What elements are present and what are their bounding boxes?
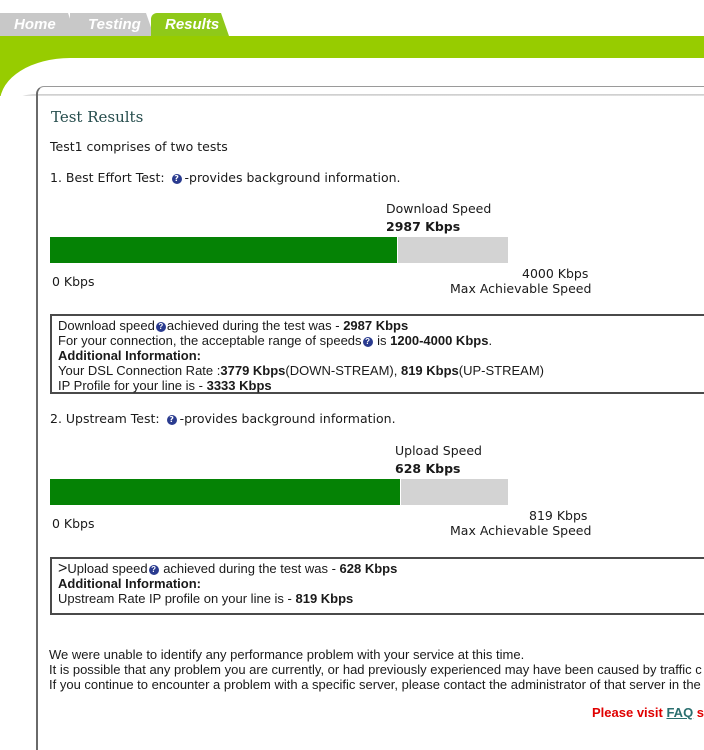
download-speed-bar <box>50 237 508 263</box>
dsl-rate-up-label: (UP-STREAM) <box>458 363 544 378</box>
ip-profile-prefix: IP Profile for your line is - <box>58 378 207 393</box>
upload-info-box: >Upload speed? achieved during the test … <box>50 557 704 615</box>
upload-max-value: 819 Kbps <box>529 508 588 523</box>
download-heading-suffix: -provides background information. <box>184 170 401 185</box>
download-max-value: 4000 Kbps <box>522 266 589 281</box>
intro-text: Test1 comprises of two tests <box>50 139 228 154</box>
footer-line-3: If you continue to encounter a problem w… <box>49 677 701 692</box>
download-speed-bar-fill <box>50 237 398 263</box>
help-icon[interactable]: ? <box>362 336 373 347</box>
footer-line-2: It is possible that any problem you are … <box>49 662 702 677</box>
ip-profile-value: 3333 Kbps <box>206 378 272 393</box>
help-icon[interactable]: ? <box>155 321 166 332</box>
faq-visit-text: Please visit FAQ s <box>592 705 704 720</box>
faq-visit-prefix: Please visit <box>592 705 667 720</box>
additional-info-label: Additional Information: <box>58 348 201 363</box>
faq-link[interactable]: FAQ <box>666 705 693 720</box>
upload-additional-label: Additional Information: <box>58 576 201 591</box>
upload-heading-suffix: -provides background information. <box>179 411 396 426</box>
help-icon[interactable]: ? <box>171 173 182 184</box>
download-max-label: Max Achievable Speed <box>450 281 592 296</box>
download-info-box: Download speed? achieved during the test … <box>50 314 704 394</box>
upload-speed-value: 628 Kbps <box>395 461 461 476</box>
faq-visit-suffix: s <box>693 705 704 720</box>
download-min-label: 0 Kbps <box>52 274 95 289</box>
upload-info-value: 628 Kbps <box>339 561 398 576</box>
upload-additional-heading: Additional Information: <box>58 576 704 591</box>
tab-home[interactable]: Home <box>0 13 76 36</box>
additional-info-heading: Additional Information: <box>58 348 704 363</box>
download-range-line: For your connection, the acceptable rang… <box>58 333 704 348</box>
download-range-suffix: . <box>488 333 493 348</box>
help-icon[interactable]: ? <box>166 414 177 425</box>
upload-info-marker: > <box>58 560 68 577</box>
download-info-value: 2987 Kbps <box>343 318 409 333</box>
upload-info-prefix: Upload speed <box>67 561 148 576</box>
upload-speed-bar-fill <box>50 479 402 505</box>
tab-results[interactable]: Results <box>151 13 229 36</box>
upstream-profile-prefix: Upstream Rate IP profile on your line is… <box>58 591 296 606</box>
tab-bar: Home Testing Results <box>0 0 704 36</box>
download-heading-label: 1. Best Effort Test: <box>50 170 165 185</box>
dsl-rate-line: Your DSL Connection Rate :3779 Kbps(DOWN… <box>58 363 704 378</box>
download-info-prefix: Download speed <box>58 318 155 333</box>
upload-speed-bar <box>50 479 508 505</box>
dsl-rate-up: 819 Kbps <box>400 363 459 378</box>
download-test-heading: 1. Best Effort Test: ? -provides backgrou… <box>50 170 401 185</box>
footer-line-1: We were unable to identify any performan… <box>49 647 525 662</box>
download-speed-value: 2987 Kbps <box>386 219 461 234</box>
dsl-rate-down: 3779 Kbps <box>220 363 286 378</box>
dsl-rate-down-label: (DOWN-STREAM), <box>285 363 401 378</box>
download-range-prefix: For your connection, the acceptable rang… <box>58 333 362 348</box>
download-range-value: 1200-4000 Kbps <box>390 333 489 348</box>
upload-speed-label: Upload Speed <box>395 443 482 458</box>
upstream-profile-line: Upstream Rate IP profile on your line is… <box>58 591 704 606</box>
upload-test-heading: 2. Upstream Test: ? -provides background … <box>50 411 396 426</box>
download-range-mid: is <box>373 333 391 348</box>
upload-heading-label: 2. Upstream Test: <box>50 411 160 426</box>
upload-max-label: Max Achievable Speed <box>450 523 592 538</box>
upload-min-label: 0 Kbps <box>52 516 95 531</box>
ip-profile-line: IP Profile for your line is - 3333 Kbps <box>58 378 704 393</box>
download-speed-label: Download Speed <box>386 201 492 216</box>
tab-testing[interactable]: Testing <box>70 13 154 36</box>
dsl-rate-prefix: Your DSL Connection Rate : <box>58 363 221 378</box>
download-info-line: Download speed? achieved during the test … <box>58 318 704 333</box>
upstream-profile-value: 819 Kbps <box>295 591 354 606</box>
upload-info-mid: achieved during the test was - <box>159 561 340 576</box>
help-icon[interactable]: ? <box>148 564 159 575</box>
page-title: Test Results <box>51 108 144 126</box>
upload-info-line: >Upload speed? achieved during the test … <box>58 560 704 577</box>
download-info-mid: achieved during the test was - <box>166 318 344 333</box>
